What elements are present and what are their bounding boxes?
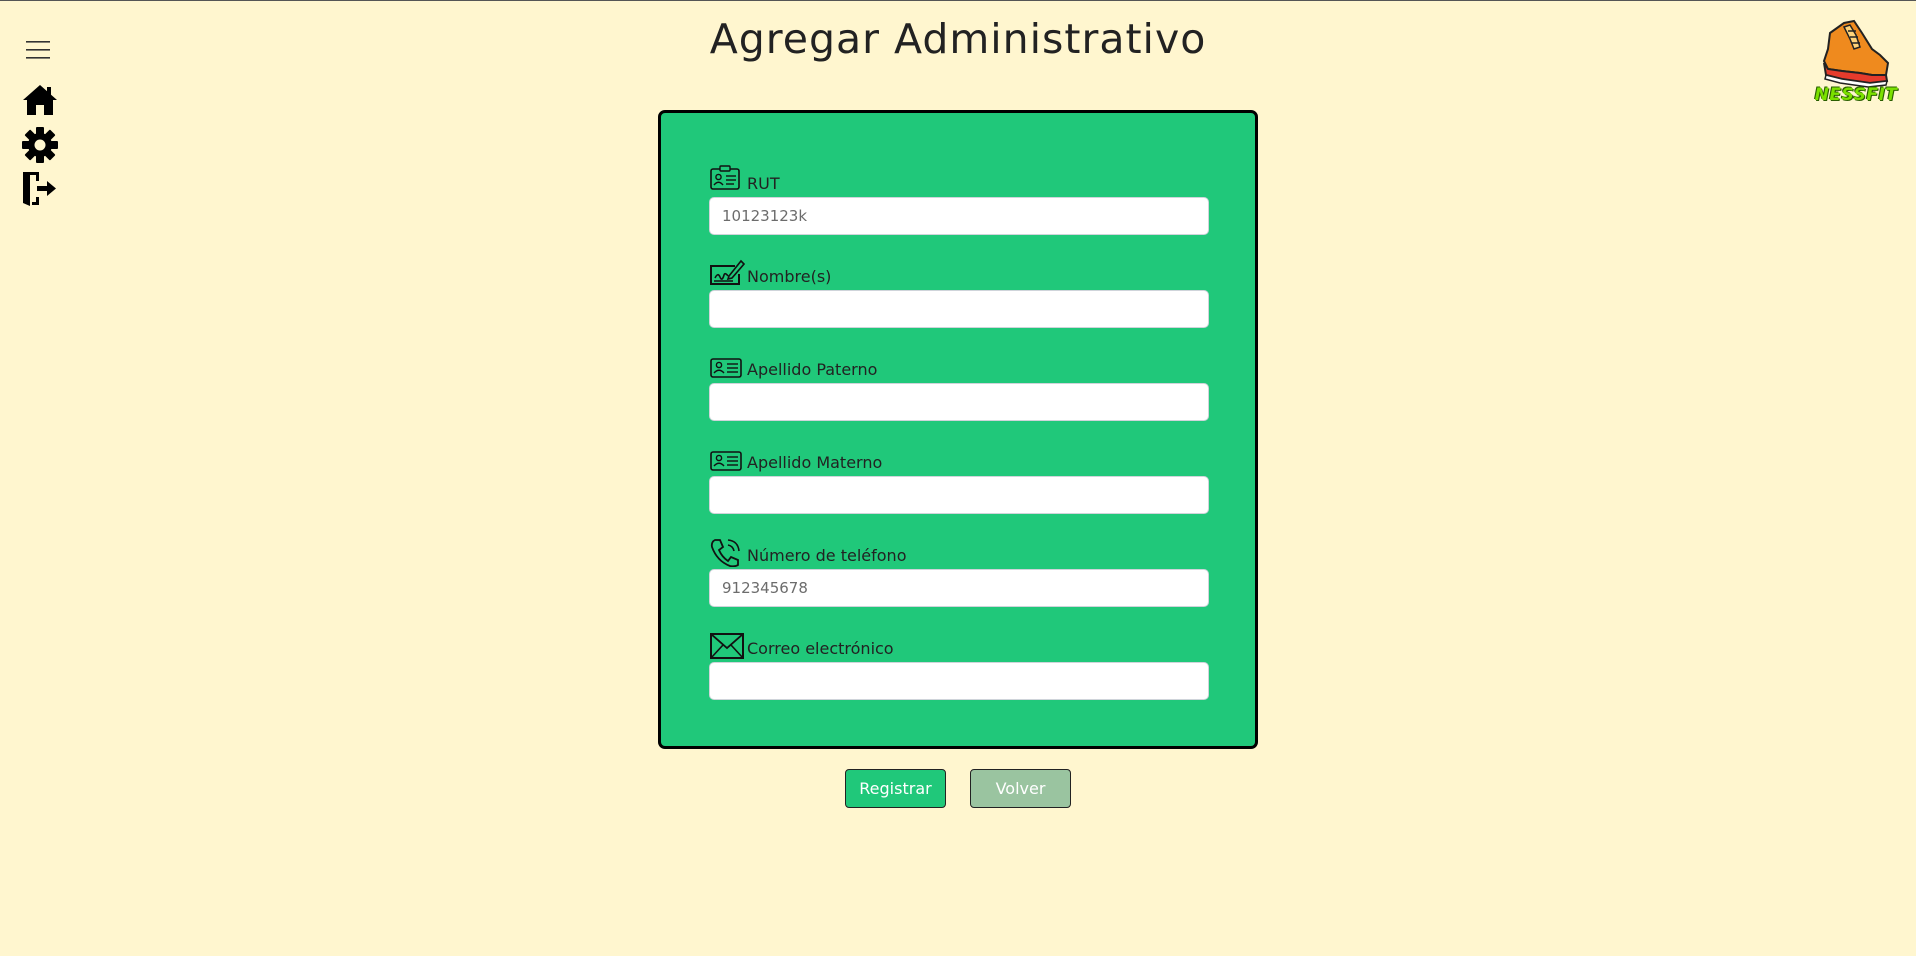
- rut-input[interactable]: [709, 197, 1209, 235]
- telefono-label: Número de teléfono: [709, 532, 1208, 567]
- correo-label-text: Correo electrónico: [747, 639, 894, 658]
- apellido-paterno-label-text: Apellido Paterno: [747, 360, 878, 379]
- rut-field: RUT: [709, 160, 1209, 253]
- apellido-materno-label: Apellido Materno: [709, 439, 1208, 474]
- apellido-materno-field: Apellido Materno: [709, 439, 1209, 532]
- logo-text: NESSFIT: [1814, 85, 1898, 105]
- form-actions: Registrar Volver: [0, 769, 1916, 808]
- sneaker-logo-icon: [1822, 19, 1890, 88]
- gear-icon[interactable]: [20, 125, 60, 165]
- logout-icon[interactable]: [20, 169, 60, 209]
- sidebar: [20, 37, 60, 213]
- nombre-input[interactable]: [709, 290, 1209, 328]
- apellido-paterno-input[interactable]: [709, 383, 1209, 421]
- apellido-paterno-field: Apellido Paterno: [709, 346, 1209, 439]
- apellido-materno-label-text: Apellido Materno: [747, 453, 883, 472]
- apellido-materno-input[interactable]: [709, 476, 1209, 514]
- rut-label: RUT: [709, 160, 1208, 195]
- id-card-icon: [709, 444, 745, 474]
- id-badge-icon: [709, 165, 745, 195]
- registrar-button[interactable]: Registrar: [845, 769, 946, 808]
- envelope-icon: [709, 630, 745, 660]
- nombre-field: Nombre(s): [709, 253, 1209, 346]
- home-icon[interactable]: [20, 81, 60, 121]
- apellido-paterno-label: Apellido Paterno: [709, 346, 1208, 381]
- telefono-field: Número de teléfono: [709, 532, 1209, 625]
- page-title: Agregar Administrativo: [709, 15, 1207, 63]
- volver-button[interactable]: Volver: [970, 769, 1071, 808]
- correo-field: Correo electrónico: [709, 625, 1209, 718]
- phone-icon: [709, 537, 745, 567]
- nessfit-logo: NESSFIT: [1814, 19, 1898, 105]
- signature-icon: [709, 258, 745, 288]
- correo-input[interactable]: [709, 662, 1209, 700]
- correo-label: Correo electrónico: [709, 625, 1208, 660]
- telefono-label-text: Número de teléfono: [747, 546, 907, 565]
- rut-label-text: RUT: [747, 174, 780, 193]
- telefono-input[interactable]: [709, 569, 1209, 607]
- nombre-label-text: Nombre(s): [747, 267, 832, 286]
- id-card-icon: [709, 351, 745, 381]
- nombre-label: Nombre(s): [709, 253, 1208, 288]
- add-admin-form: RUT Nombre(s): [658, 110, 1258, 749]
